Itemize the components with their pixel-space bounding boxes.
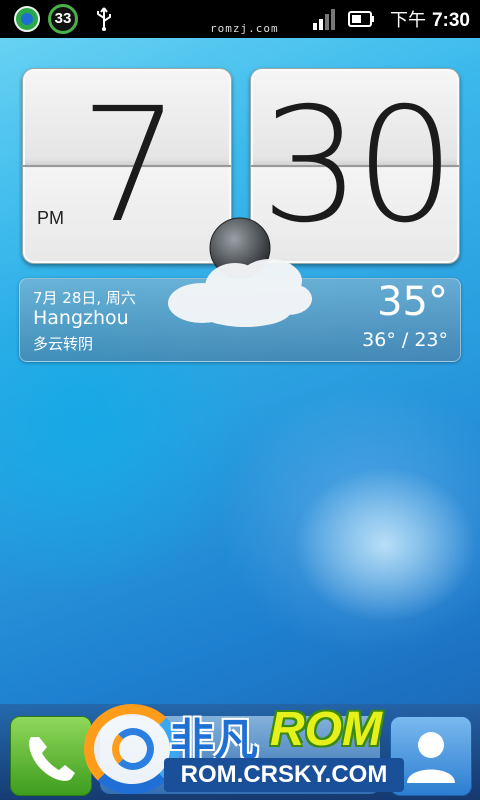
weather-city: Hangzhou [33,307,129,329]
logo-rom: ROM [270,703,382,756]
weather-condition: 多云转阴 [33,335,94,353]
weather-date: 7月 28日, 周六 [33,289,136,307]
status-time: 7:30 [431,10,470,31]
weather-range: 36° / 23° [362,329,448,351]
security-app-icon [14,6,40,32]
weather-temperature: 35° [377,279,448,325]
battery-icon [348,11,374,27]
watermark: romzj.com [210,22,279,35]
status-bar: 33 romzj.com 下午 7:30 [0,0,480,38]
logo-url: ROM.CRSKY.COM [164,758,404,792]
usb-icon [97,7,111,31]
time-prefix: 下午 [389,10,426,30]
status-clock: 下午 7:30 [390,6,470,32]
battery-badge: 33 [48,4,78,34]
cloudy-night-icon [168,217,312,327]
clock-ampm: PM [37,208,64,228]
signal-icon [313,9,335,30]
site-logo-overlay: 非凡 ROM ROM.CRSKY.COM [78,698,408,800]
